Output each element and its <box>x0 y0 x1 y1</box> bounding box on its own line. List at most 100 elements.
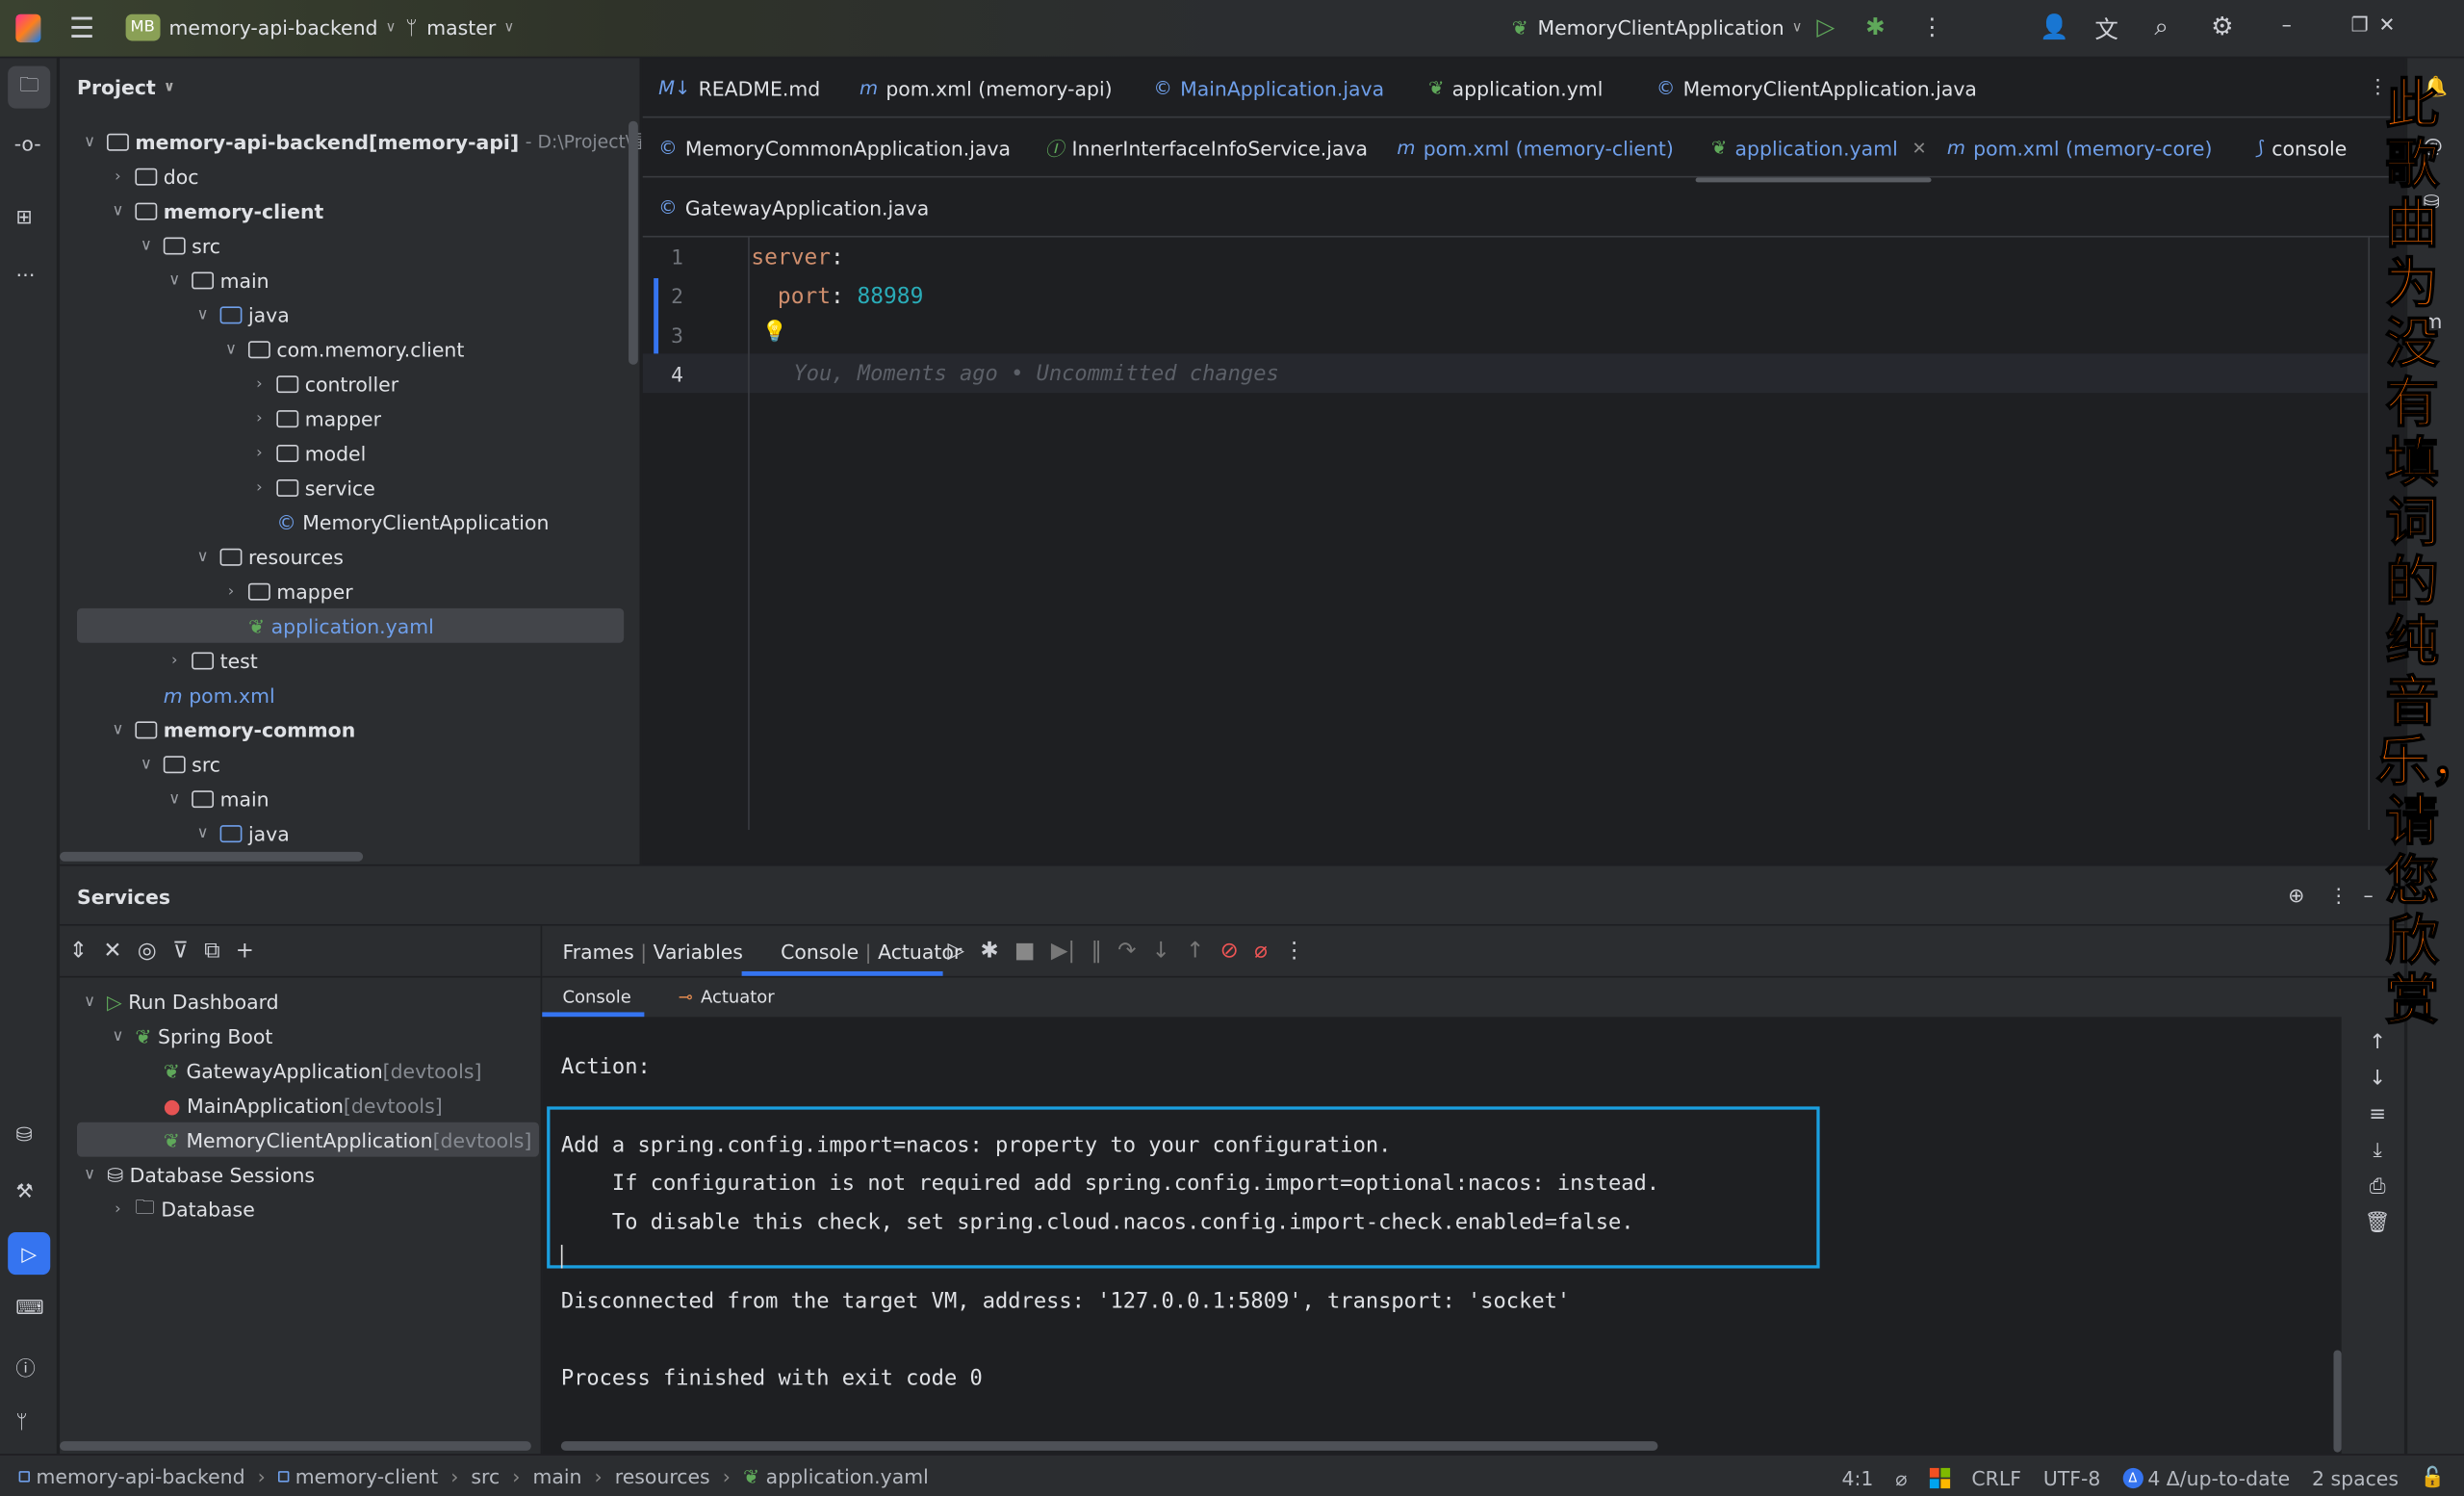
step-out-icon[interactable]: ↑ <box>1186 939 1204 964</box>
minimize-icon[interactable]: – <box>2282 13 2292 36</box>
project-panel-title[interactable]: Project ∨ <box>77 75 175 98</box>
restore-icon[interactable]: ❐ <box>2350 13 2368 36</box>
breadcrumb-item[interactable]: memory-api-backend <box>37 1465 245 1488</box>
tree-item[interactable]: ∨ java <box>192 815 290 850</box>
service-item[interactable]: ∨ ▷ Run Dashboard <box>79 984 279 1019</box>
tree-item[interactable]: © MemoryClientApplication <box>248 504 549 539</box>
tree-item[interactable]: ∨ src <box>135 747 220 782</box>
service-item[interactable]: ∨ ❦ Spring Boot <box>107 1019 272 1053</box>
breadcrumb-item[interactable]: main <box>532 1465 581 1488</box>
branch-selector[interactable]: ᛘ master ∨ <box>405 15 514 39</box>
breadcrumb-item[interactable]: memory-client <box>295 1465 438 1488</box>
close-window-icon[interactable]: ✕ <box>2376 13 2399 36</box>
chevron-right-icon[interactable]: › <box>248 374 270 392</box>
chevron-right-icon[interactable]: › <box>248 444 270 461</box>
chevron-right-icon[interactable]: › <box>107 1200 129 1218</box>
chevron-down-icon[interactable]: ∨ <box>192 824 214 841</box>
scroll-up-icon[interactable]: ↑ <box>2369 1031 2386 1054</box>
vertical-scrollbar[interactable] <box>2333 1350 2342 1453</box>
chevron-right-icon[interactable]: › <box>220 582 243 600</box>
problems-icon[interactable]: ⓘ <box>15 1352 35 1381</box>
editor-tab[interactable]: Ⓘ InnerInterfaceInfoService.java <box>1045 129 1368 167</box>
scroll-to-end-icon[interactable]: ⤓ <box>2374 1140 2382 1163</box>
build-icon[interactable]: ⚒ <box>15 1178 33 1201</box>
chevron-right-icon[interactable]: › <box>248 409 270 426</box>
breadcrumb-item[interactable]: src <box>471 1465 500 1488</box>
horizontal-scrollbar[interactable] <box>60 851 364 862</box>
services-tool-icon[interactable]: ▷ <box>8 1231 51 1276</box>
tab-variables[interactable]: Variables <box>654 940 743 963</box>
database-icon[interactable]: ⛁ <box>15 1122 32 1146</box>
code-editor[interactable]: 1 server: 2 port: 88989 3 4 💡 You, Moments a… <box>642 237 2404 831</box>
chevron-down-icon[interactable]: ∨ <box>79 993 101 1010</box>
tree-item[interactable]: ∨ main <box>164 781 269 815</box>
view-breakpoints-icon[interactable]: ⊘ <box>1220 939 1239 964</box>
tree-item[interactable]: › test <box>164 643 258 678</box>
lightbulb-icon[interactable]: 💡 <box>762 321 787 344</box>
view-options-icon[interactable]: ◎ <box>138 939 157 964</box>
structure-icon[interactable]: ⊞ <box>15 204 32 227</box>
editor-tab[interactable]: ❦ application.yml <box>1428 69 1603 107</box>
close-tab-icon[interactable]: ✕ <box>1912 138 1926 158</box>
tree-item[interactable]: ∨ java <box>192 297 290 332</box>
editor-tab[interactable]: M↓ README.md <box>658 69 820 107</box>
tab-frames[interactable]: Frames <box>562 940 633 963</box>
chevron-down-icon[interactable]: ∨ <box>220 340 243 357</box>
clear-icon[interactable]: 🗑 <box>2365 1212 2391 1235</box>
filter-icon[interactable]: ⊽ <box>172 939 189 964</box>
chevron-down-icon[interactable]: ∨ <box>107 1027 129 1045</box>
vertical-scrollbar[interactable] <box>629 120 638 365</box>
service-item[interactable]: ❦ MemoryClientApplication [devtools] <box>76 1122 539 1157</box>
tree-item[interactable]: › model <box>248 435 366 470</box>
tree-item[interactable]: ∨ src <box>135 228 220 263</box>
chevron-right-icon[interactable]: › <box>164 652 186 669</box>
tree-item[interactable]: ∨ memory-common <box>107 712 355 747</box>
chevron-down-icon[interactable]: ∨ <box>107 202 129 219</box>
horizontal-scrollbar[interactable] <box>560 1441 1658 1451</box>
more-icon[interactable]: ⋮ <box>1920 13 1943 40</box>
commit-icon[interactable]: -o- <box>14 132 41 155</box>
editor-tab[interactable]: © GatewayApplication.java <box>658 189 929 226</box>
tree-item[interactable]: › doc <box>107 159 198 193</box>
chevron-down-icon[interactable]: ∨ <box>79 133 101 150</box>
debug-icon[interactable]: ✱ <box>980 939 998 964</box>
service-item[interactable]: ∨ ⛁ Database Sessions <box>79 1157 315 1192</box>
tree-item[interactable]: ∨ memory-api-backend [memory-api] - D:\Pr… <box>79 124 641 159</box>
horizontal-scrollbar[interactable] <box>60 1441 531 1451</box>
add-user-icon[interactable]: 👤 <box>2040 13 2069 40</box>
main-menu-icon[interactable]: ☰ <box>69 13 94 45</box>
chevron-down-icon[interactable]: ∨ <box>164 271 186 289</box>
resume-icon[interactable]: ▶| <box>1051 939 1075 964</box>
tree-item[interactable]: › controller <box>248 366 398 400</box>
tree-item[interactable]: ❦ application.yaml <box>76 607 625 643</box>
translate-icon[interactable]: 文 <box>2094 13 2118 45</box>
breadcrumb-item[interactable]: application.yaml <box>766 1465 929 1488</box>
more-tools-icon[interactable]: ⋯ <box>15 263 35 286</box>
chevron-down-icon[interactable]: ∨ <box>192 548 214 565</box>
project-tool-icon[interactable]: 🗀 <box>8 65 51 109</box>
subtab-console[interactable]: Console <box>562 987 630 1007</box>
chevron-down-icon[interactable]: ∨ <box>192 306 214 323</box>
step-over-icon[interactable]: ↷ <box>1117 939 1136 964</box>
file-encoding[interactable]: UTF-8 <box>2043 1465 2101 1488</box>
rerun-icon[interactable]: ▷ <box>947 939 964 964</box>
tree-item[interactable]: ∨ resources <box>192 539 344 574</box>
chevron-down-icon[interactable]: ∨ <box>135 755 157 772</box>
soft-wrap-icon[interactable]: ≡ <box>2369 1103 2386 1126</box>
service-item[interactable]: › 🗀 Database <box>107 1192 255 1226</box>
options-icon[interactable]: ⋮ <box>2329 884 2348 907</box>
chevron-right-icon[interactable]: › <box>107 168 129 185</box>
indent-setting[interactable]: 2 spaces <box>2312 1465 2399 1488</box>
tree-item[interactable]: ∨ memory-client <box>107 193 323 228</box>
settings-icon[interactable]: ⚙ <box>2211 11 2233 40</box>
target-icon[interactable]: ⊕ <box>2288 884 2304 907</box>
chevron-down-icon[interactable]: ∨ <box>164 789 186 807</box>
caret-position[interactable]: 4:1 <box>1841 1465 1873 1488</box>
editor-tab[interactable]: m pom.xml (memory-api) <box>860 69 1113 107</box>
lock-icon[interactable]: 🔓 <box>2421 1465 2445 1490</box>
breadcrumb-item[interactable]: resources <box>615 1465 710 1488</box>
collapse-all-icon[interactable]: ✕ <box>103 939 121 964</box>
tree-item[interactable]: m pom.xml <box>135 678 275 712</box>
expand-all-icon[interactable]: ⇕ <box>69 939 88 964</box>
editor-tab[interactable]: ❦ application.yaml ✕ <box>1695 129 1932 183</box>
